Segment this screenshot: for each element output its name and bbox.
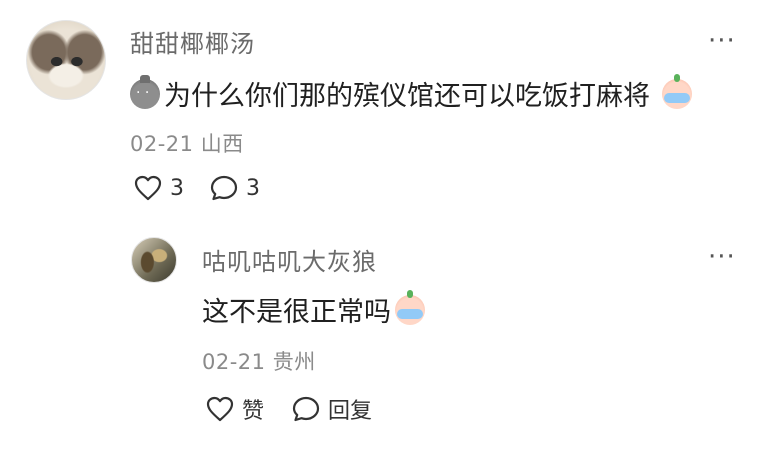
reply-button[interactable]: 3 bbox=[210, 175, 260, 201]
reply-count: 3 bbox=[246, 175, 260, 201]
comment-date: 02-21 bbox=[130, 132, 194, 156]
comment-location: 山西 bbox=[200, 132, 244, 156]
bag-sticker-icon bbox=[130, 74, 160, 109]
reply-button[interactable]: 回复 bbox=[292, 393, 372, 425]
reply-label: 回复 bbox=[328, 399, 373, 424]
heart-icon bbox=[206, 396, 234, 422]
like-label: 赞 bbox=[242, 399, 265, 424]
comment-bubble-icon bbox=[210, 175, 238, 201]
comment-bubble-icon bbox=[292, 396, 320, 422]
reply-text: 这不是很正常吗 bbox=[202, 297, 391, 328]
like-button[interactable]: 赞 bbox=[206, 393, 264, 425]
crying-sticker-icon bbox=[662, 73, 692, 109]
reply-username[interactable]: 咕叽咕叽大灰狼 bbox=[202, 242, 377, 277]
comment-username[interactable]: 甜甜椰椰汤 bbox=[130, 24, 255, 59]
comment-text: 为什么你们那的殡仪馆还可以吃饭打麻将 bbox=[164, 81, 650, 112]
more-options-button[interactable]: ··· bbox=[708, 28, 736, 54]
comment-content: 为什么你们那的殡仪馆还可以吃饭打麻将 bbox=[130, 73, 692, 113]
avatar[interactable] bbox=[131, 237, 177, 283]
reply-location: 贵州 bbox=[272, 350, 316, 374]
crying-sticker-icon bbox=[395, 289, 425, 325]
reply-date: 02-21 bbox=[202, 350, 266, 374]
reply-meta: 02-21 贵州 bbox=[202, 346, 316, 376]
more-options-button[interactable]: ··· bbox=[708, 244, 736, 270]
heart-icon bbox=[134, 175, 162, 201]
avatar[interactable] bbox=[26, 20, 106, 100]
reply-content: 这不是很正常吗 bbox=[202, 289, 425, 329]
comment-meta: 02-21 山西 bbox=[130, 128, 244, 158]
like-button[interactable]: 3 bbox=[134, 175, 184, 201]
like-count: 3 bbox=[170, 175, 184, 201]
